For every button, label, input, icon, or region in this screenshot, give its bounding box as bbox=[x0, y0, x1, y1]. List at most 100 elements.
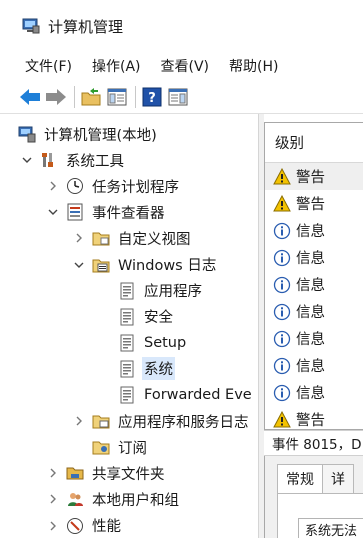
event-row[interactable]: 警告 bbox=[265, 163, 363, 190]
info-icon bbox=[273, 384, 291, 402]
info-icon bbox=[273, 357, 291, 375]
event-level-label: 信息 bbox=[296, 305, 325, 321]
toolbar: ? bbox=[0, 80, 363, 114]
tree-item[interactable]: 系统 bbox=[98, 356, 175, 382]
tree-item[interactable]: 性能 bbox=[46, 513, 123, 538]
tree-item-label: Forwarded Eve bbox=[144, 387, 252, 403]
tab-details[interactable]: 详 bbox=[322, 464, 354, 494]
tree-item[interactable]: Setup bbox=[98, 330, 188, 356]
tree-item[interactable]: 自定义视图 bbox=[72, 225, 193, 251]
event-detail-heading: 事件 8015，D bbox=[264, 430, 363, 456]
log-icon bbox=[118, 360, 136, 378]
event-level-label: 信息 bbox=[296, 224, 325, 240]
chevron-right-icon[interactable] bbox=[72, 414, 86, 428]
help-icon: ? bbox=[142, 87, 162, 106]
forward-arrow-icon bbox=[46, 88, 66, 105]
menu-help[interactable]: 帮助(H) bbox=[229, 56, 278, 76]
event-row[interactable]: 警告 bbox=[265, 190, 363, 217]
event-row[interactable]: 信息 bbox=[265, 271, 363, 298]
column-header-level[interactable]: 级别 bbox=[265, 123, 363, 163]
show-hide-action-pane-icon bbox=[168, 88, 188, 105]
info-icon bbox=[273, 303, 291, 321]
tree-item-label: 应用程序 bbox=[144, 284, 202, 301]
tree-item[interactable]: 安全 bbox=[98, 304, 175, 330]
tree-item-label: 安全 bbox=[144, 310, 173, 327]
help-button[interactable]: ? bbox=[140, 85, 164, 109]
chevron-right-icon[interactable] bbox=[72, 231, 86, 245]
show-tree-button[interactable] bbox=[105, 85, 129, 109]
chevron-right-icon[interactable] bbox=[46, 492, 60, 506]
tree-item[interactable]: 计算机管理(本地) bbox=[18, 121, 159, 147]
event-row[interactable]: 信息 bbox=[265, 352, 363, 379]
general-description: 系统无法 bbox=[298, 518, 363, 538]
chevron-down-icon[interactable] bbox=[20, 153, 34, 167]
toolbar-separator bbox=[74, 85, 75, 108]
chevron-right-icon[interactable] bbox=[46, 179, 60, 193]
tree-item[interactable]: 订阅 bbox=[72, 434, 149, 460]
shared-folders-icon bbox=[66, 464, 84, 482]
computer-management-icon bbox=[18, 125, 36, 143]
tree-item-label: 自定义视图 bbox=[118, 231, 191, 248]
tree-item-label: 系统 bbox=[142, 357, 175, 381]
tree-item-label: 事件查看器 bbox=[92, 205, 165, 222]
tree-item[interactable]: 事件查看器 bbox=[46, 199, 167, 225]
event-level-label: 信息 bbox=[296, 278, 325, 294]
event-level-label: 警告 bbox=[296, 170, 325, 186]
tree-item[interactable]: Windows 日志 bbox=[72, 252, 218, 278]
event-row[interactable]: 信息 bbox=[265, 217, 363, 244]
window-title: 计算机管理 bbox=[48, 17, 124, 36]
log-icon bbox=[118, 334, 136, 352]
up-level-button[interactable] bbox=[79, 85, 103, 109]
forward-button[interactable] bbox=[44, 85, 68, 109]
menu-file[interactable]: 文件(F) bbox=[25, 56, 72, 76]
tree-item[interactable]: 共享文件夹 bbox=[46, 460, 167, 486]
event-viewer-icon bbox=[66, 203, 84, 221]
tab-general[interactable]: 常规 bbox=[277, 464, 323, 494]
action-pane-button[interactable] bbox=[166, 85, 190, 109]
tree-item-label: 计算机管理(本地) bbox=[44, 127, 157, 144]
chevron-right-icon[interactable] bbox=[46, 466, 60, 480]
task-scheduler-icon bbox=[66, 177, 84, 195]
info-icon bbox=[273, 249, 291, 267]
tree-item-label: 任务计划程序 bbox=[92, 179, 179, 196]
back-button[interactable] bbox=[18, 85, 42, 109]
event-row[interactable]: 信息 bbox=[265, 298, 363, 325]
tree-item[interactable]: 系统工具 bbox=[20, 147, 126, 173]
event-detail-panel: 常规 详 系统无法 bbox=[264, 456, 363, 538]
event-row[interactable]: 信息 bbox=[265, 325, 363, 352]
event-row[interactable]: 信息 bbox=[265, 244, 363, 271]
event-level-label: 信息 bbox=[296, 251, 325, 267]
chevron-right-icon[interactable] bbox=[46, 519, 60, 533]
tree-item[interactable]: 本地用户和组 bbox=[46, 486, 181, 512]
warning-icon bbox=[273, 410, 291, 429]
back-arrow-icon bbox=[20, 88, 40, 105]
up-folder-icon bbox=[81, 87, 101, 105]
info-icon bbox=[273, 276, 291, 294]
toolbar-separator bbox=[135, 85, 136, 108]
tree-item-label: 系统工具 bbox=[66, 153, 124, 170]
menu-action[interactable]: 操作(A) bbox=[92, 56, 141, 76]
event-list: 级别 警告 警告 信息 信息 信息 信息 信息 信息 信息 警告 bbox=[264, 122, 363, 430]
info-icon bbox=[273, 222, 291, 240]
subscriptions-icon bbox=[92, 438, 110, 456]
tree-item[interactable]: 应用程序 bbox=[98, 278, 204, 304]
event-row[interactable]: 警告 bbox=[265, 406, 363, 429]
warning-icon bbox=[273, 167, 291, 186]
local-users-groups-icon bbox=[66, 490, 84, 508]
chevron-down-icon[interactable] bbox=[46, 205, 60, 219]
menu-view[interactable]: 查看(V) bbox=[161, 56, 210, 76]
chevron-down-icon[interactable] bbox=[72, 258, 86, 272]
event-level-label: 信息 bbox=[296, 359, 325, 375]
tree-item[interactable]: Forwarded Eve bbox=[98, 382, 254, 408]
tree-item[interactable]: 任务计划程序 bbox=[46, 173, 181, 199]
log-icon bbox=[118, 308, 136, 326]
event-row[interactable]: 信息 bbox=[265, 379, 363, 406]
tree-item[interactable]: 应用程序和服务日志 bbox=[72, 408, 251, 434]
custom-views-folder-icon bbox=[92, 229, 110, 247]
event-level-label: 信息 bbox=[296, 332, 325, 348]
log-icon bbox=[118, 282, 136, 300]
